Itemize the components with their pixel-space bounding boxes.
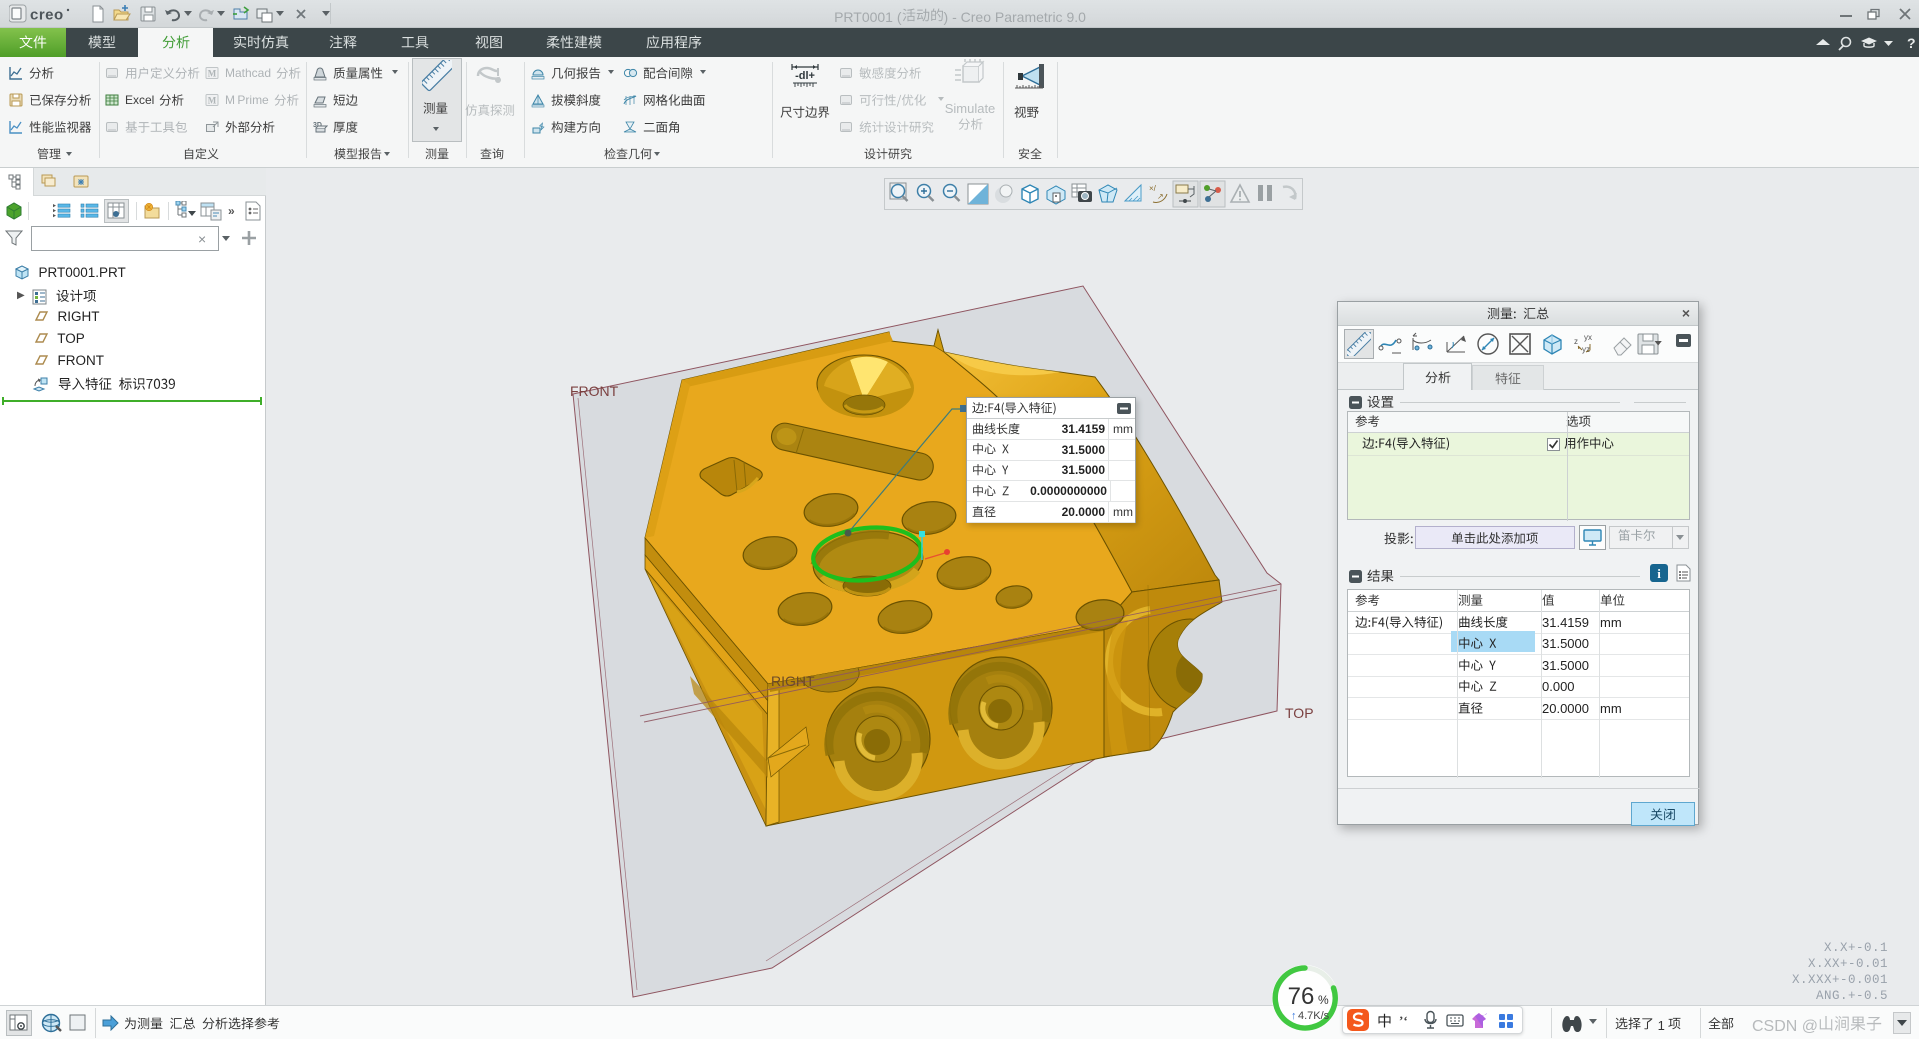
svg-text:M: M (208, 69, 217, 79)
svg-text:?: ? (1907, 35, 1916, 51)
svg-text:yx: yx (1584, 333, 1592, 342)
svg-text:↑: ↑ (1291, 1010, 1297, 1022)
svg-text:RIGHT: RIGHT (771, 673, 815, 689)
svg-text:z: z (1574, 337, 1578, 346)
svg-text:yz: yz (1582, 345, 1590, 354)
svg-text:-dl+: -dl+ (795, 70, 815, 82)
svg-text:FRONT: FRONT (570, 383, 619, 399)
svg-text:%: % (1318, 993, 1329, 1007)
svg-text:76: 76 (1288, 983, 1315, 1010)
svg-text:ʼʻ: ʼʻ (1399, 1013, 1408, 1028)
svg-text:4.7K/s: 4.7K/s (1298, 1010, 1330, 1022)
svg-text:i: i (1657, 566, 1661, 581)
svg-text:creo: creo (30, 7, 64, 24)
svg-text:M: M (208, 96, 217, 106)
svg-text:TOP: TOP (1285, 705, 1314, 721)
